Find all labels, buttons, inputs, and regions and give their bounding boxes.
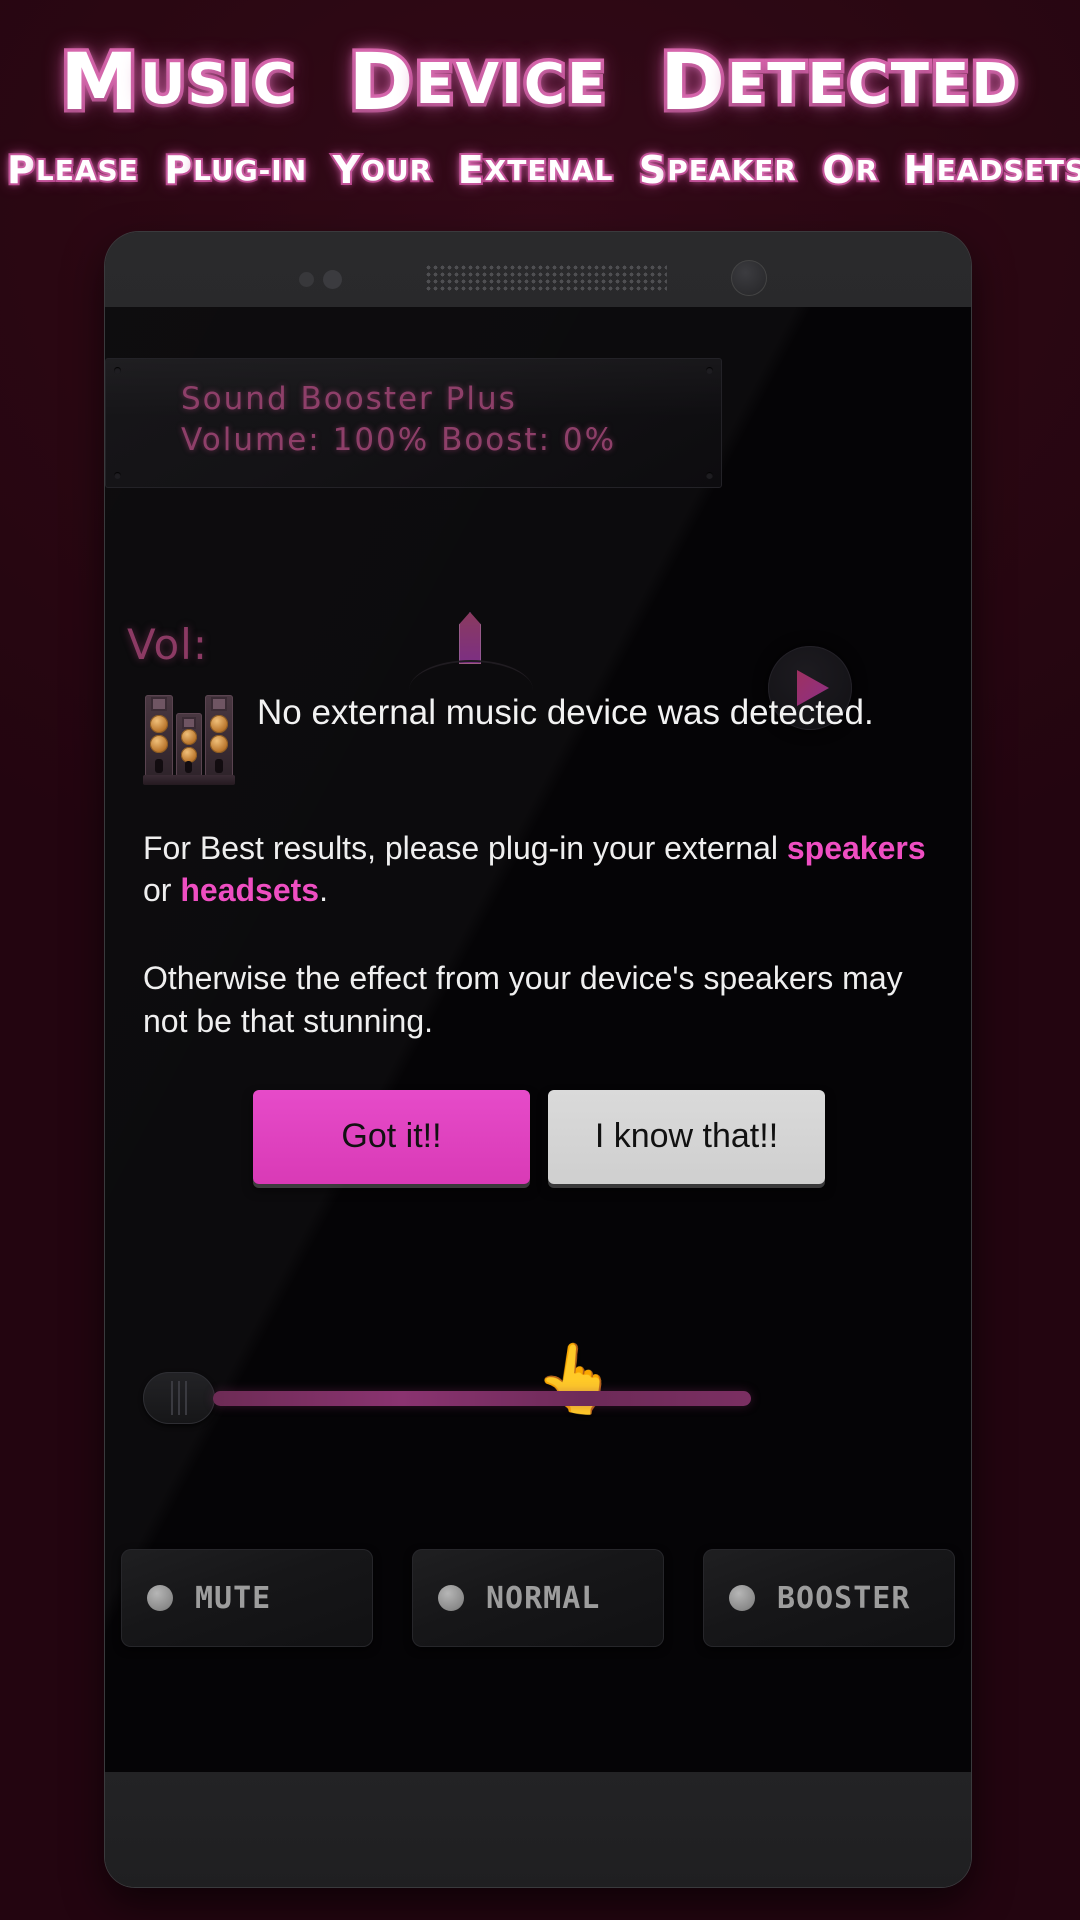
slider-track[interactable] xyxy=(213,1391,751,1406)
got-it-button[interactable]: Got it!! xyxy=(253,1089,530,1184)
mute-mode-button[interactable]: MUTE xyxy=(121,1549,373,1647)
app-name-text: Sound Booster Plus xyxy=(181,381,517,417)
led-indicator-icon xyxy=(729,1585,755,1611)
dialog-paragraph-1: For Best results, please plug-in your ex… xyxy=(105,827,971,911)
booster-label: BOOSTER xyxy=(777,1580,911,1616)
paragraph1-mid: or xyxy=(143,872,181,909)
headsets-highlight: headsets xyxy=(180,872,320,909)
light-sensor-icon xyxy=(323,270,342,289)
title-word-1: MUSIC xyxy=(57,35,297,132)
knob-needle-icon xyxy=(459,612,481,664)
proximity-sensor-icon xyxy=(299,272,314,287)
dialog-paragraph-2: Otherwise the effect from your device's … xyxy=(143,960,903,1039)
status-display-panel: Sound Booster Plus Volume: 100% Boost: 0… xyxy=(105,358,722,488)
speakers-highlight: speakers xyxy=(786,830,926,866)
mode-button-row: MUTE NORMAL BOOSTER xyxy=(121,1549,955,1647)
speaker-towers-icon xyxy=(143,690,235,785)
front-camera-icon xyxy=(731,260,767,296)
phone-screen: Sound Booster Plus Volume: 100% Boost: 0… xyxy=(105,307,971,1772)
earpiece-grille-icon xyxy=(425,264,667,292)
volume-knob[interactable] xyxy=(409,612,533,682)
phone-bottom-bezel xyxy=(105,1772,971,1887)
led-indicator-icon xyxy=(147,1585,173,1611)
led-indicator-icon xyxy=(438,1585,464,1611)
page-subtitle: PLEASE PLUG-IN YOUR EXTENAL SPEAKER OR H… xyxy=(5,146,1080,194)
mute-label: MUTE xyxy=(195,1580,272,1616)
promo-screenshot: MUSIC DEVICE DETECTED PLEASE PLUG-IN YOU… xyxy=(0,0,1080,1920)
normal-label: NORMAL xyxy=(486,1580,601,1616)
volume-slider[interactable] xyxy=(143,1372,751,1424)
page-title: MUSIC DEVICE DETECTED xyxy=(0,35,1080,132)
booster-mode-button[interactable]: BOOSTER xyxy=(703,1549,955,1647)
slider-handle[interactable] xyxy=(143,1372,215,1424)
i-know-that-button[interactable]: I know that!! xyxy=(548,1089,825,1184)
title-word-3: DETECTED xyxy=(657,35,1021,132)
volume-label: Vol: xyxy=(127,620,208,669)
dialog-button-row: Got it!! I know that!! xyxy=(105,1089,971,1184)
normal-mode-button[interactable]: NORMAL xyxy=(412,1549,664,1647)
paragraph1-pre: For Best results, please plug-in your ex… xyxy=(143,830,787,866)
dialog-heading: No external music device was detected. xyxy=(257,693,874,732)
phone-top-bezel xyxy=(105,232,971,307)
paragraph1-post: . xyxy=(319,872,328,909)
title-word-2: DEVICE xyxy=(345,35,609,132)
phone-mockup: Sound Booster Plus Volume: 100% Boost: 0… xyxy=(105,232,971,1887)
no-device-dialog: No external music device was detected. F… xyxy=(105,687,971,1184)
knob-arc xyxy=(409,660,533,690)
volume-boost-status-text: Volume: 100% Boost: 0% xyxy=(181,422,617,458)
